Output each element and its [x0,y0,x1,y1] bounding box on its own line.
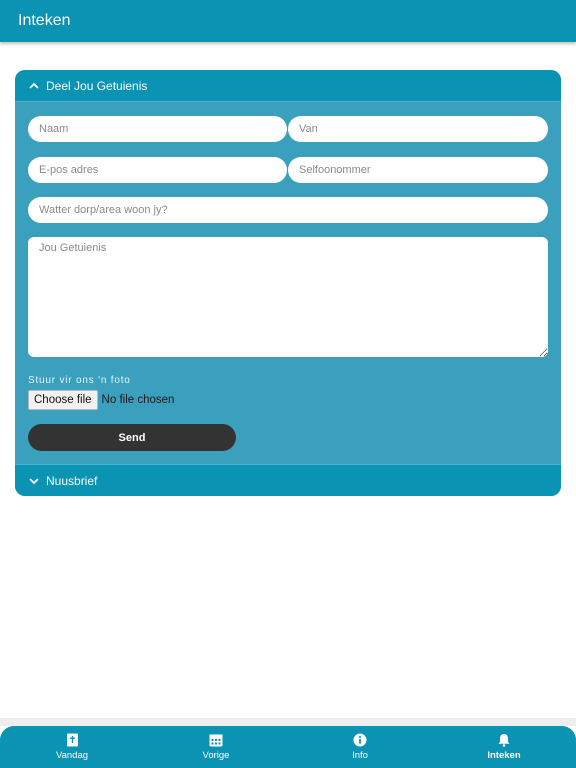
area-input[interactable] [28,197,548,223]
nav-item-info[interactable]: Info [288,726,432,768]
info-icon [353,733,367,747]
content-bottom-divider [0,718,576,726]
bible-icon [65,733,79,747]
testimony-form: Stuur vir ons 'n foto Choose file No fil… [15,102,561,464]
chevron-up-icon [28,80,40,92]
testimony-textarea[interactable] [28,237,548,357]
calendar-icon [209,733,223,747]
nav-label-vandag: Vandag [55,750,89,761]
testimony-section-title: Deel Jou Getuienis [46,78,148,93]
send-button[interactable]: Send [28,424,236,451]
testimony-section-header[interactable]: Deel Jou Getuienis [15,70,561,102]
email-input[interactable] [28,157,287,183]
nav-item-vorige[interactable]: Vorige [144,726,288,768]
choose-file-button[interactable]: Choose file [28,390,98,410]
bell-icon [497,733,511,747]
chevron-down-icon [28,475,40,487]
name-input[interactable] [28,116,287,142]
nav-label-info: Info [352,750,368,761]
newsletter-section-header[interactable]: Nuusbrief [15,464,561,496]
photo-upload-label: Stuur vir ons 'n foto [28,375,131,386]
nav-label-inteken: Inteken [487,750,521,761]
nav-item-inteken[interactable]: Inteken [432,726,576,768]
file-upload-row: Choose file No file chosen [28,390,174,410]
signup-accordion: Deel Jou Getuienis Stuur vir ons 'n foto… [15,70,561,496]
page-title: Inteken [18,12,71,29]
file-status-text: No file chosen [101,394,175,406]
nav-label-vorige: Vorige [202,750,230,761]
bottom-navigation: Vandag Vorige Info Inteken [0,726,576,768]
phone-input[interactable] [288,157,548,183]
nav-item-vandag[interactable]: Vandag [0,726,144,768]
newsletter-section-title: Nuusbrief [46,473,98,488]
top-app-bar: Inteken [0,0,576,42]
surname-input[interactable] [288,116,548,142]
